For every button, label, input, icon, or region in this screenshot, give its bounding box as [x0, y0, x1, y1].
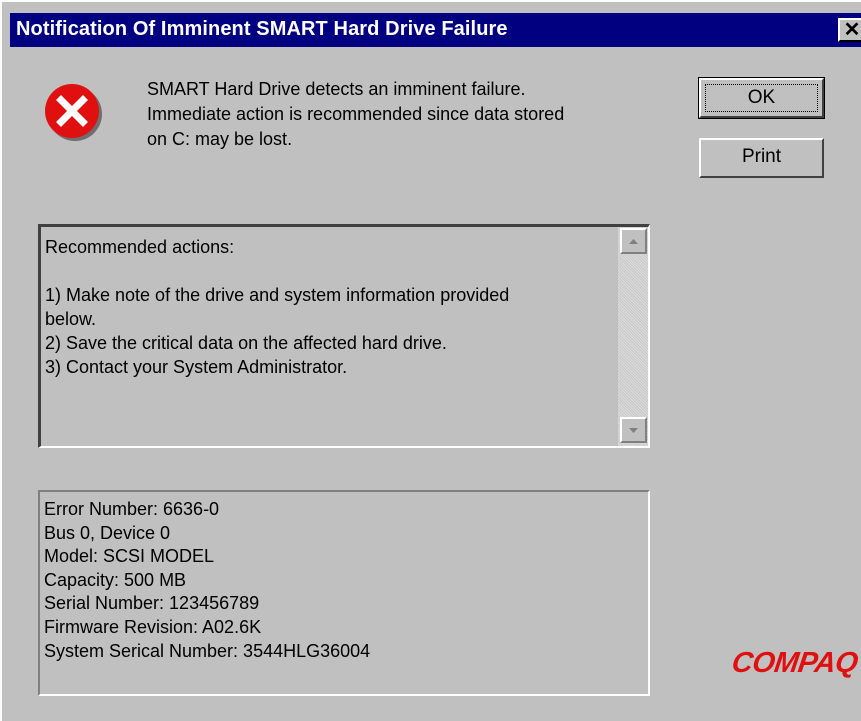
message-line: Immediate action is recommended since da… — [147, 104, 565, 124]
info-line: System Serical Number: 3544HLG36004 — [44, 640, 371, 661]
scroll-up-button[interactable] — [620, 228, 647, 254]
drive-info-panel: Error Number: 6636-0 Bus 0, Device 0 Mod… — [38, 490, 650, 696]
actions-line: Recommended actions: — [45, 237, 235, 257]
scroll-down-button[interactable] — [620, 417, 647, 443]
actions-line — [45, 259, 605, 283]
info-line: Firmware Revision: A02.6K — [44, 616, 262, 637]
close-icon: ✕ — [843, 19, 861, 41]
compaq-logo: COMPAQ — [729, 647, 860, 679]
info-line: Bus 0, Device 0 — [44, 522, 171, 543]
error-icon — [45, 84, 102, 141]
info-line: Serial Number: 123456789 — [44, 593, 260, 614]
message-line: SMART Hard Drive detects an imminent fai… — [147, 79, 526, 99]
dialog-window: Notification Of Imminent SMART Hard Driv… — [0, 0, 861, 721]
window-title: Notification Of Imminent SMART Hard Driv… — [16, 18, 508, 40]
info-line: Error Number: 6636-0 — [44, 499, 220, 519]
info-line: Capacity: 500 MB — [44, 569, 187, 590]
drive-info-text: Error Number: 6636-0 Bus 0, Device 0 Mod… — [44, 498, 370, 663]
ok-button[interactable]: OK — [698, 77, 825, 119]
recommended-actions-text: Recommended actions: 1) Make note of the… — [45, 235, 605, 379]
print-button-label: Print — [741, 146, 782, 167]
actions-line: below. — [45, 309, 97, 329]
error-message: SMART Hard Drive detects an imminent fai… — [147, 77, 677, 152]
ok-button-label: OK — [705, 84, 818, 112]
actions-line: 1) Make note of the drive and system inf… — [45, 285, 510, 305]
message-line: on C: may be lost. — [147, 129, 293, 149]
vertical-scrollbar[interactable] — [618, 227, 648, 446]
title-bar[interactable]: Notification Of Imminent SMART Hard Driv… — [10, 13, 861, 47]
arrow-down-icon — [629, 428, 638, 433]
actions-line: 3) Contact your System Administrator. — [45, 357, 348, 377]
info-line: Model: SCSI MODEL — [44, 546, 215, 567]
actions-line: 2) Save the critical data on the affecte… — [45, 333, 447, 353]
close-button[interactable]: ✕ — [838, 18, 861, 42]
arrow-up-icon — [629, 239, 638, 244]
recommended-actions-textbox[interactable]: Recommended actions: 1) Make note of the… — [38, 224, 650, 448]
print-button[interactable]: Print — [699, 138, 824, 178]
